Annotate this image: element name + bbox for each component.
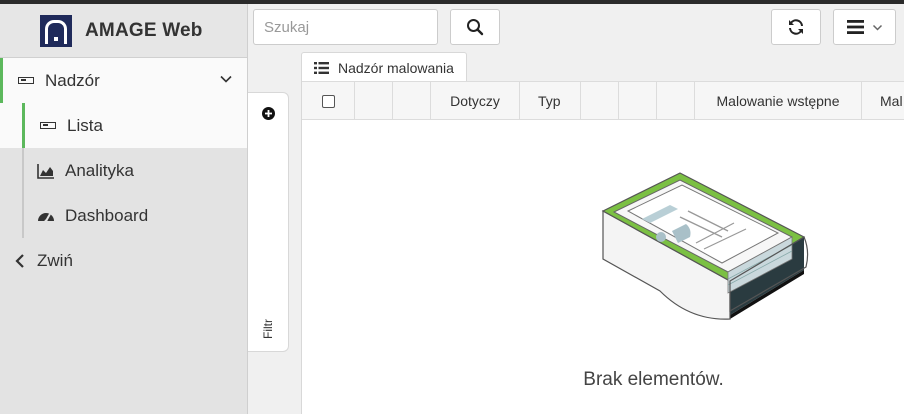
sidebar-item-label: Lista [67, 115, 103, 135]
column-header[interactable] [393, 82, 431, 120]
list-icon [314, 61, 329, 74]
app-logo [40, 14, 72, 47]
card-icon [16, 73, 36, 89]
sidebar-item-label: Nadzór [45, 70, 100, 90]
brand[interactable]: AMAGE Web [0, 4, 247, 58]
column-header[interactable] [355, 82, 393, 120]
dashboard-icon [36, 208, 56, 224]
sidebar-item-label: Dashboard [65, 205, 149, 225]
sidebar-item-lista[interactable]: Lista [0, 103, 247, 148]
tab-label: Nadzór malowania [338, 59, 454, 76]
sidebar-item-label: Analityka [65, 160, 134, 180]
sidebar-item-label: Zwiń [37, 250, 73, 270]
chevron-down-icon [872, 24, 882, 31]
refresh-button[interactable] [771, 9, 821, 45]
empty-state-message: Brak elementów. [583, 369, 724, 390]
sidebar: AMAGE Web Nadzór Lista Analityka Dashboa… [0, 4, 248, 414]
column-header[interactable] [619, 82, 657, 120]
menu-dropdown-button[interactable] [833, 9, 896, 45]
column-header[interactable] [657, 82, 695, 120]
chevron-down-icon [220, 75, 232, 83]
column-header-malowanie[interactable]: Mal [862, 82, 904, 120]
column-header-dotyczy[interactable]: Dotyczy [431, 82, 520, 120]
filter-panel-toggle[interactable]: Filtr [248, 92, 289, 352]
search-input[interactable] [253, 9, 438, 45]
select-all-checkbox-cell[interactable] [302, 82, 355, 120]
empty-box-illustration [601, 172, 809, 320]
app-title: AMAGE Web [85, 19, 203, 41]
main-panel: Dotyczy Typ Malowanie wstępne Mal Brak e [301, 81, 904, 414]
column-header-typ[interactable]: Typ [520, 82, 581, 120]
column-header-malowanie-wstepne[interactable]: Malowanie wstępne [695, 82, 862, 120]
column-header[interactable] [581, 82, 619, 120]
sidebar-item-nadzor[interactable]: Nadzór [0, 58, 247, 103]
chevron-left-icon [13, 253, 27, 269]
filter-label: Filtr [261, 319, 275, 339]
sidebar-item-analityka[interactable]: Analityka [0, 148, 247, 193]
menu-icon [846, 20, 864, 34]
area-chart-icon [36, 163, 56, 179]
search-button[interactable] [450, 9, 500, 45]
tab-nadzor-malowania[interactable]: Nadzór malowania [301, 52, 467, 82]
refresh-icon [789, 19, 803, 35]
select-all-checkbox[interactable] [321, 94, 335, 108]
table-header: Dotyczy Typ Malowanie wstępne Mal [302, 81, 904, 120]
search-icon [467, 19, 484, 36]
card-icon [38, 118, 58, 134]
plus-circle-icon[interactable] [262, 107, 275, 120]
sidebar-collapse[interactable]: Zwiń [0, 238, 247, 283]
sidebar-item-dashboard[interactable]: Dashboard [0, 193, 247, 238]
